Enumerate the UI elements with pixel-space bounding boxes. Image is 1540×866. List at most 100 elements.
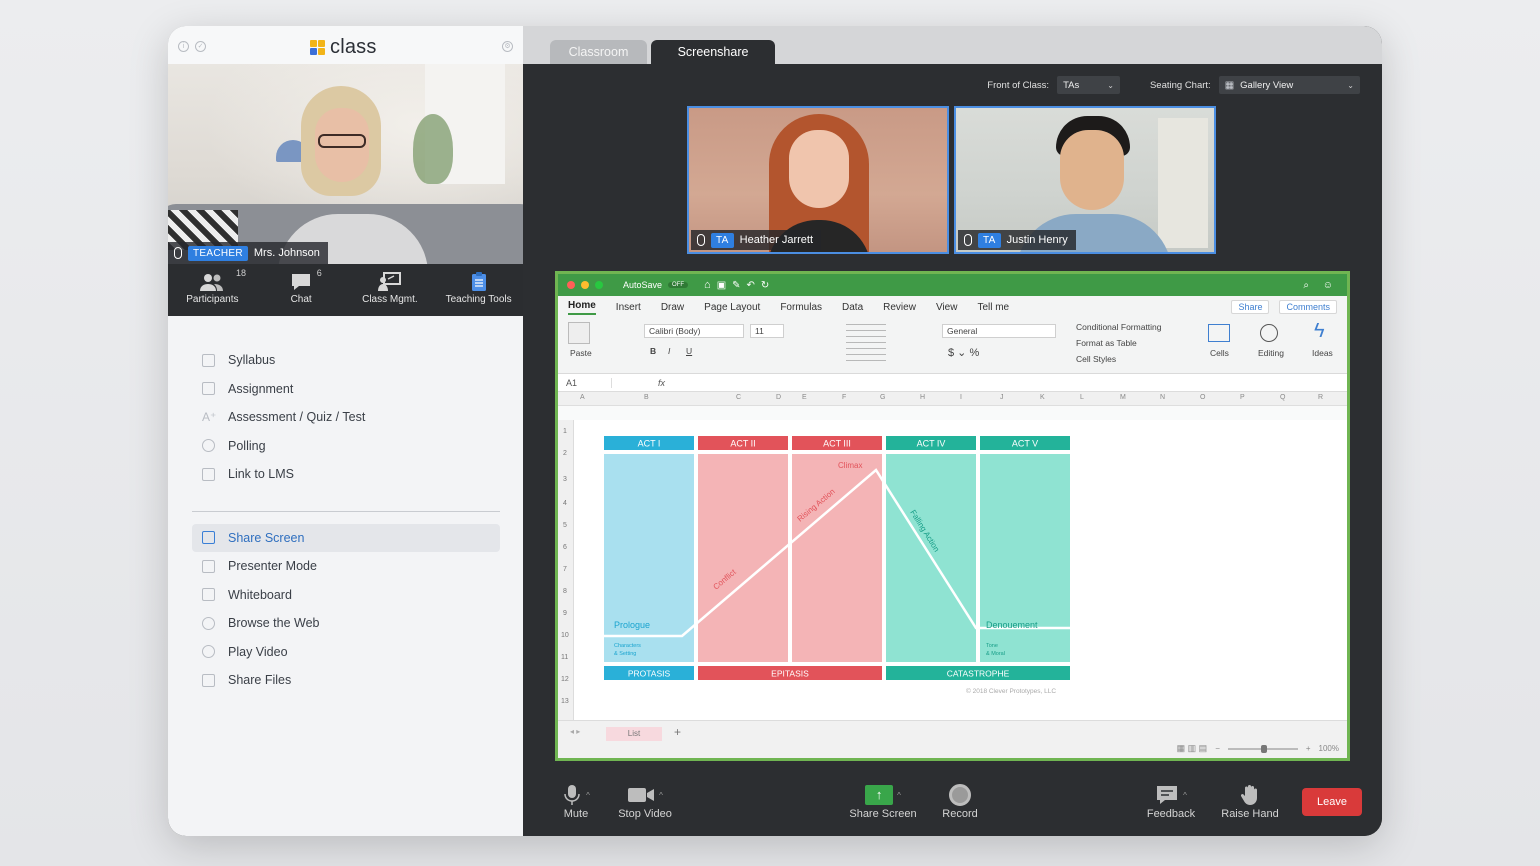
ideas-icon[interactable]: ϟ [1314, 320, 1325, 343]
excel-tab-page-layout[interactable]: Page Layout [704, 302, 760, 313]
cell-reference[interactable]: A1 [558, 377, 612, 388]
menu-item-assessment[interactable]: A⁺ Assessment / Quiz / Test [192, 403, 500, 432]
denouement-label: Denouement [986, 620, 1038, 630]
number-format-select[interactable]: General [942, 324, 1056, 338]
teaching-tools-button[interactable]: Teaching Tools [434, 264, 523, 316]
microphone-icon: ^ [553, 782, 599, 808]
chat-button[interactable]: 6 Chat [257, 264, 346, 316]
act-column [604, 454, 694, 662]
student-video-tile[interactable]: TA Justin Henry [954, 106, 1216, 254]
autosave-toggle[interactable]: OFF [668, 282, 689, 288]
excel-tab-review[interactable]: Review [883, 302, 916, 313]
paste-icon[interactable] [568, 322, 590, 344]
act-label: ACT V [1012, 439, 1038, 449]
bold-icon[interactable]: B [650, 346, 656, 356]
shield-icon[interactable]: ✓ [195, 41, 206, 52]
zoom-in-icon[interactable]: + [1306, 744, 1311, 753]
home-icon[interactable]: ⌂ [704, 279, 711, 291]
zoom-slider[interactable] [1227, 744, 1298, 753]
excel-tab-home[interactable]: Home [568, 300, 596, 315]
sheet-tab-list[interactable]: List [606, 727, 662, 741]
maximize-window-icon[interactable] [595, 281, 603, 289]
minimize-window-icon[interactable] [581, 281, 589, 289]
mute-button[interactable]: ^ Mute [553, 782, 599, 820]
menu-item-presenter-mode[interactable]: Presenter Mode [192, 552, 500, 581]
participants-button[interactable]: 18 Participants [168, 264, 257, 316]
raise-hand-label: Raise Hand [1221, 808, 1279, 820]
excel-tab-view[interactable]: View [936, 302, 958, 313]
excel-comments-button[interactable]: Comments [1279, 300, 1337, 314]
excel-tab-insert[interactable]: Insert [616, 302, 641, 313]
record-button[interactable]: Record [937, 782, 983, 820]
tab-classroom[interactable]: Classroom [550, 40, 647, 64]
excel-tell-me[interactable]: Tell me [977, 302, 1009, 313]
logo-mark-icon [310, 39, 326, 56]
menu-item-label: Assignment [228, 381, 294, 396]
menu-item-whiteboard[interactable]: Whiteboard [192, 581, 500, 610]
undo-icon[interactable]: ↶ [747, 280, 755, 291]
search-icon[interactable]: ⌕ [1303, 280, 1309, 291]
chat-count: 6 [316, 268, 322, 278]
menu-item-polling[interactable]: Polling [192, 432, 500, 461]
seating-chart-label: Seating Chart: [1149, 79, 1211, 91]
conditional-formatting-button[interactable]: Conditional Formatting [1076, 322, 1162, 332]
menu-item-share-screen[interactable]: Share Screen [192, 523, 500, 552]
font-size-select[interactable]: 11 [750, 324, 784, 338]
info-icon[interactable]: i [178, 41, 189, 52]
front-of-class-select[interactable]: TAs ⌄ [1057, 76, 1120, 94]
underline-icon[interactable]: U [686, 346, 692, 356]
menu-item-browse-web[interactable]: Browse the Web [192, 609, 500, 638]
document-icon [202, 353, 215, 367]
grade-icon: A⁺ [202, 409, 217, 424]
function-icon[interactable]: fx [612, 378, 665, 388]
font-select[interactable]: Calibri (Body) [644, 324, 744, 338]
excel-tab-data[interactable]: Data [842, 302, 863, 313]
tab-screenshare[interactable]: Screenshare [651, 40, 775, 64]
excel-tab-draw[interactable]: Draw [661, 302, 684, 313]
format-as-table-button[interactable]: Format as Table [1076, 338, 1137, 348]
leave-button[interactable]: Leave [1302, 788, 1362, 816]
currency-icon[interactable]: $ ⌄ % [948, 346, 979, 359]
prologue-sub-label: & Setting [614, 651, 636, 657]
menu-item-play-video[interactable]: Play Video [192, 638, 500, 667]
spreadsheet-grid[interactable]: 1 2 3 4 5 6 7 8 9 10 11 12 13 ACT I ACT … [558, 420, 1347, 720]
feedback-button[interactable]: ^ Feedback [1143, 782, 1199, 820]
view-mode-icons[interactable]: ▦ ▥ ▤ [1177, 743, 1208, 754]
save-icon[interactable]: ▣ [717, 280, 726, 291]
settings-icon[interactable]: ⚙ [502, 41, 513, 52]
alignment-icon[interactable] [846, 324, 886, 364]
excel-tab-formulas[interactable]: Formulas [780, 302, 822, 313]
edit-icon[interactable]: ✎ [732, 280, 740, 291]
assignment-icon [202, 382, 215, 396]
excel-share-button[interactable]: Share [1231, 300, 1270, 314]
raise-hand-button[interactable]: Raise Hand [1217, 782, 1283, 820]
stop-video-button[interactable]: ^ Stop Video [613, 782, 677, 820]
menu-item-label: Share Files [228, 673, 292, 688]
menu-item-label: Presenter Mode [228, 559, 317, 574]
menu-item-assignment[interactable]: Assignment [192, 375, 500, 404]
cell-styles-button[interactable]: Cell Styles [1076, 354, 1116, 364]
menu-item-label: Share Screen [228, 530, 305, 545]
redo-icon[interactable]: ↻ [761, 280, 769, 291]
menu-item-syllabus[interactable]: Syllabus [192, 346, 500, 375]
menu-item-share-files[interactable]: Share Files [192, 666, 500, 695]
italic-icon[interactable]: I [668, 346, 670, 356]
menu-item-link-lms[interactable]: Link to LMS [192, 460, 500, 489]
teaching-tools-menu: Syllabus Assignment A⁺ Assessment / Quiz … [192, 346, 500, 695]
cells-icon[interactable] [1208, 324, 1230, 342]
menu-item-label: Whiteboard [228, 587, 292, 602]
editing-icon[interactable] [1260, 324, 1278, 342]
menu-item-label: Syllabus [228, 353, 276, 368]
seating-chart-select[interactable]: ▦ Gallery View ⌄ [1218, 76, 1360, 94]
close-window-icon[interactable] [567, 281, 575, 289]
student-video-tile[interactable]: TA Heather Jarrett [687, 106, 949, 254]
class-management-button[interactable]: Class Mgmt. [346, 264, 435, 316]
share-screen-button[interactable]: ↑ ^ Share Screen [848, 782, 918, 820]
zoom-out-icon[interactable]: − [1215, 744, 1220, 753]
phase-label: EPITASIS [771, 669, 809, 679]
add-sheet-icon[interactable]: + [674, 725, 681, 739]
sheet-nav-icon[interactable]: ◂ ▸ [570, 727, 580, 736]
formula-input[interactable] [675, 374, 1347, 391]
smiley-icon[interactable]: ☺ [1323, 280, 1333, 291]
whiteboard-icon [202, 588, 215, 602]
